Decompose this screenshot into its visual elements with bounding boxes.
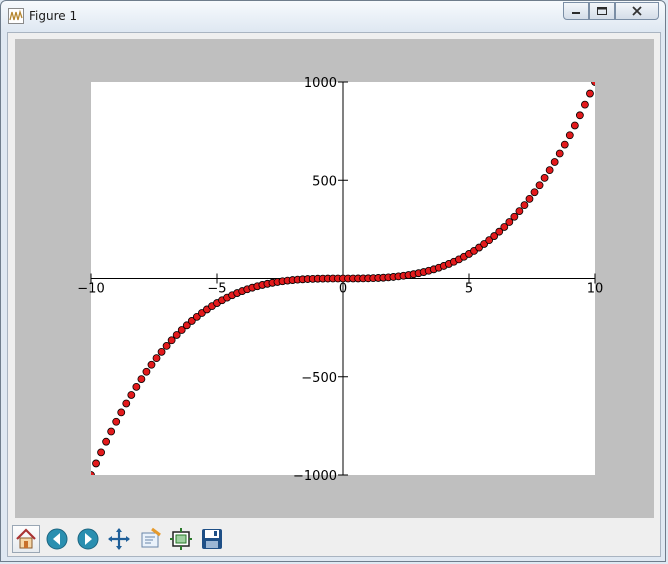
data-point [550, 158, 559, 166]
home-icon [16, 528, 36, 549]
pan-icon [108, 528, 130, 550]
save-icon [202, 529, 222, 549]
data-point [586, 89, 594, 98]
data-point [575, 111, 584, 120]
data-point [535, 181, 544, 190]
data-point [591, 82, 595, 86]
data-point [112, 417, 121, 426]
pan-button[interactable] [105, 525, 133, 553]
data-point [162, 341, 171, 350]
data-point [510, 212, 519, 221]
close-button[interactable] [615, 2, 659, 20]
data-point [570, 121, 579, 130]
subplots-icon [170, 528, 192, 550]
data-point [142, 367, 151, 376]
data-point [147, 360, 156, 369]
back-arrow-icon [46, 528, 68, 550]
zoom-button[interactable] [136, 525, 164, 553]
data-point [581, 100, 589, 109]
data-point [530, 188, 539, 197]
x-tick-label: 0 [339, 282, 347, 297]
figure-window: Figure 1 −10 −5 0 5 10 −1000 −500 500 1000 [0, 0, 666, 562]
data-point [157, 347, 166, 356]
data-point [565, 131, 574, 140]
x-tick-label: −10 [77, 282, 104, 297]
forward-arrow-icon [77, 528, 99, 550]
data-point [102, 437, 111, 446]
figure-canvas-container: −10 −5 0 5 10 −1000 −500 500 1000 [7, 32, 661, 557]
data-point [525, 194, 534, 203]
back-button[interactable] [43, 525, 71, 553]
save-button[interactable] [198, 525, 226, 553]
data-point [515, 207, 524, 216]
data-point [520, 201, 529, 210]
y-tick-label: −1000 [293, 469, 337, 484]
navigation-toolbar [12, 525, 226, 555]
x-tick-label: 10 [587, 282, 604, 297]
home-button[interactable] [12, 525, 40, 553]
data-point [117, 408, 126, 417]
forward-button[interactable] [74, 525, 102, 553]
data-point [97, 448, 105, 457]
data-point [127, 391, 136, 399]
zoom-rect-icon [141, 527, 161, 548]
data-point [91, 471, 95, 475]
y-tick-label: −500 [301, 371, 337, 386]
data-point [560, 140, 569, 149]
data-point [92, 459, 100, 468]
data-point [107, 427, 116, 436]
close-icon [632, 6, 642, 16]
title-bar[interactable]: Figure 1 [1, 1, 665, 31]
data-point [152, 354, 161, 363]
y-tick-label: 500 [312, 174, 337, 189]
data-point [540, 173, 549, 182]
subplots-button[interactable] [167, 525, 195, 553]
restore-icon [597, 7, 607, 15]
window-title: Figure 1 [29, 9, 78, 23]
y-tick-label: 1000 [304, 76, 337, 91]
data-point [122, 399, 131, 408]
maximize-button[interactable] [589, 2, 615, 20]
data-point [137, 375, 146, 384]
plot-area[interactable]: −10 −5 0 5 10 −1000 −500 500 1000 [15, 39, 654, 518]
x-tick-label: 5 [465, 282, 473, 297]
data-point [545, 166, 554, 175]
app-icon [8, 8, 24, 24]
data-point [132, 382, 141, 391]
data-point [555, 149, 564, 158]
figure-canvas[interactable]: −10 −5 0 5 10 −1000 −500 500 1000 [15, 39, 654, 518]
minimize-icon [572, 12, 580, 14]
x-tick-label: −5 [207, 282, 226, 297]
minimize-button[interactable] [563, 2, 589, 20]
